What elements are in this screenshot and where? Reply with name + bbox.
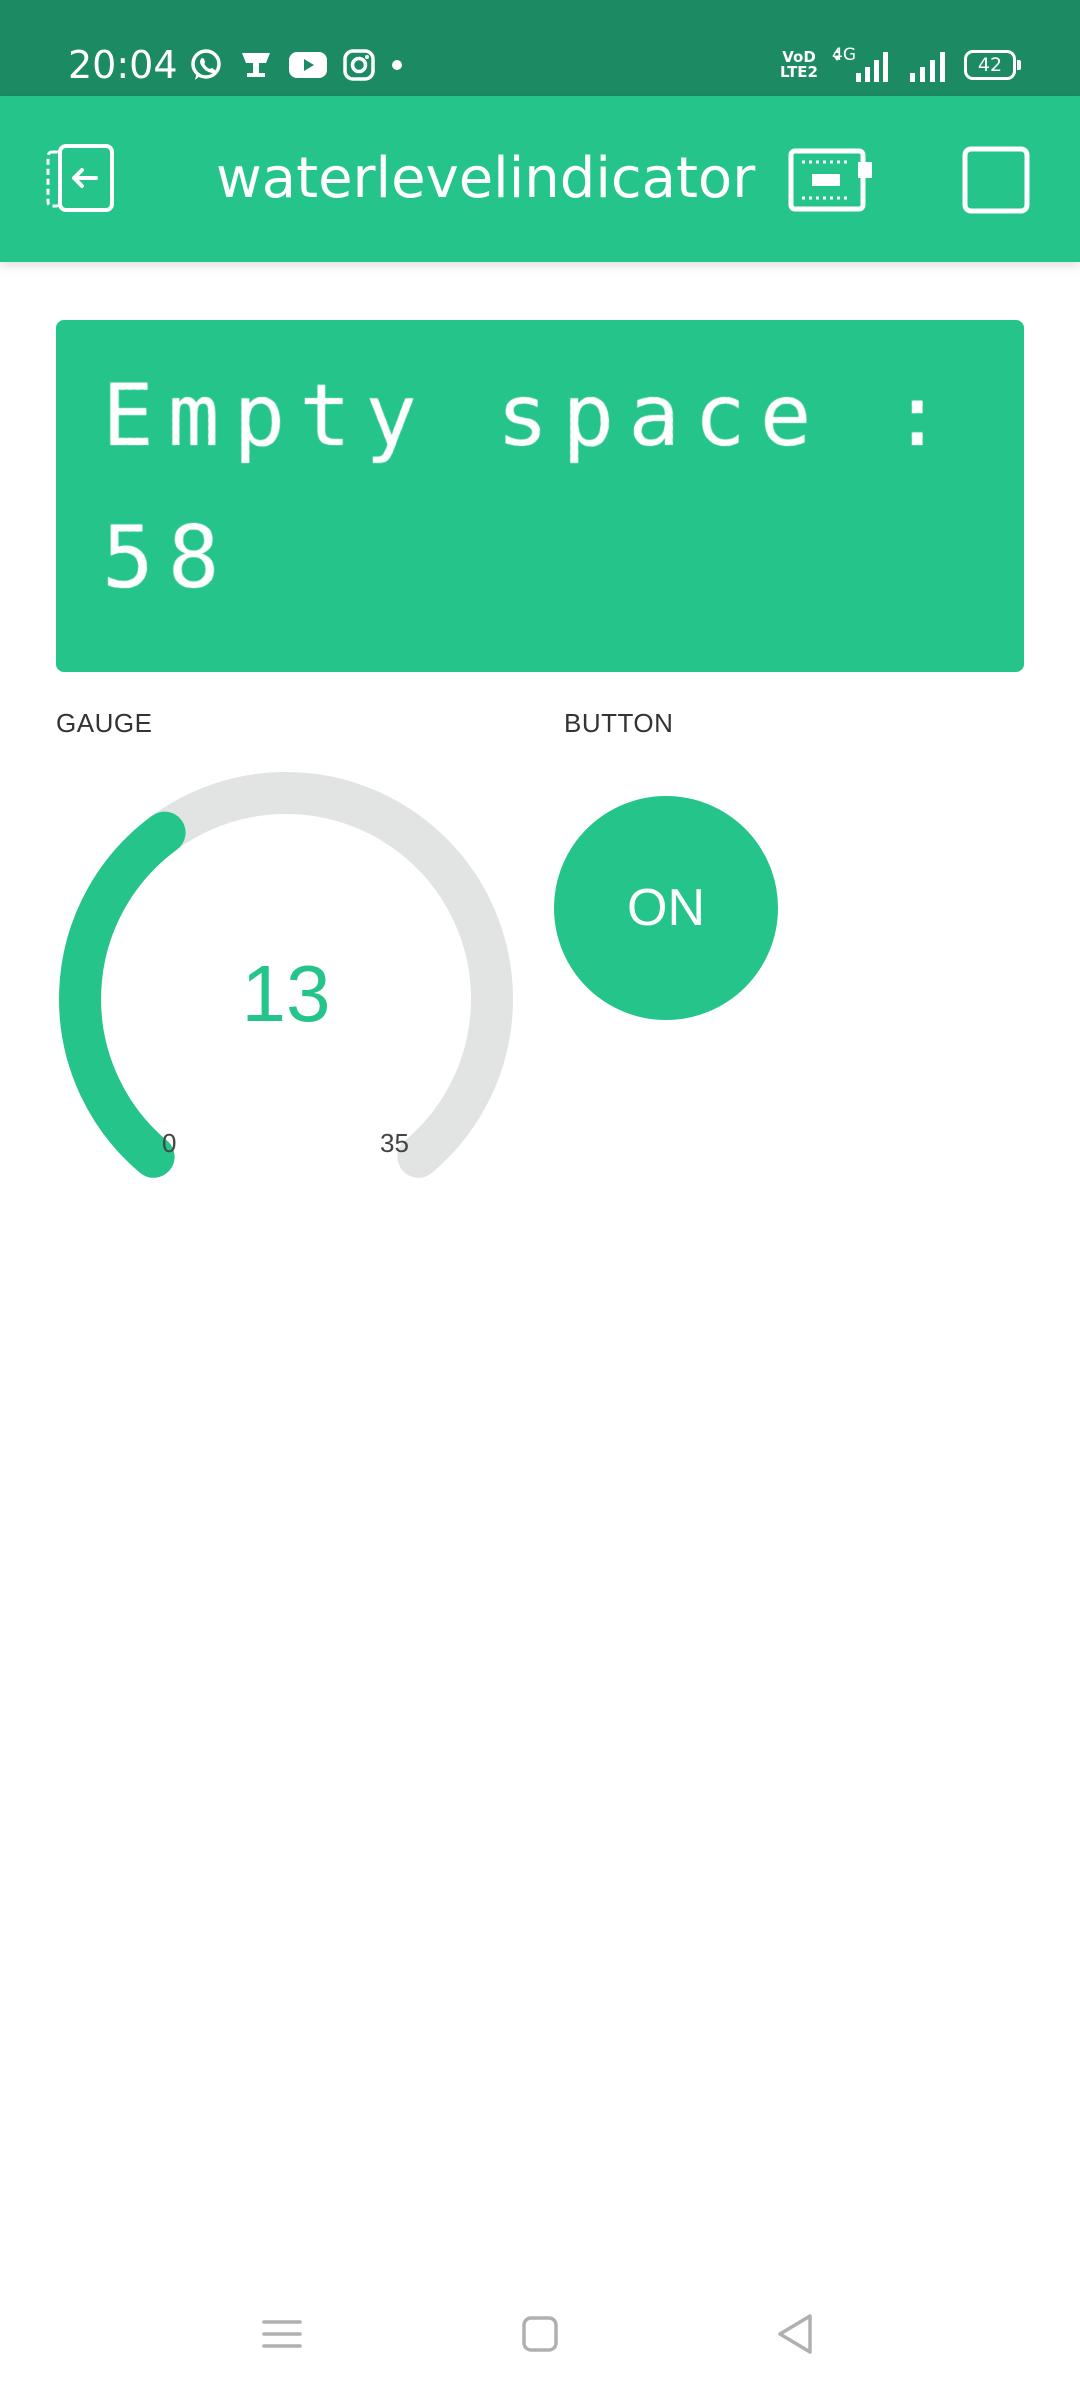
lcd-line-2: 58 — [102, 508, 234, 608]
lcd-line-1: Empty space : — [102, 366, 958, 466]
notification-icon — [242, 53, 270, 77]
home-icon[interactable] — [510, 2304, 570, 2364]
gauge-max: 35 — [380, 1128, 409, 1158]
whatsapp-icon — [191, 49, 221, 80]
device-icon[interactable] — [788, 148, 874, 212]
gauge-min: 0 — [162, 1128, 177, 1158]
youtube-icon — [289, 52, 327, 78]
status-notification-icons — [188, 45, 404, 85]
volte-bottom-text: LTE2 — [780, 63, 818, 81]
instagram-icon — [343, 49, 375, 81]
exit-icon[interactable] — [46, 142, 120, 216]
volte-indicator: VoD LTE2 — [780, 50, 818, 80]
menu-icon[interactable] — [252, 2304, 312, 2364]
gauge-label: GAUGE — [56, 708, 153, 738]
button-label: BUTTON — [564, 708, 674, 738]
dot-icon — [392, 60, 402, 70]
gauge-value: 13 — [241, 949, 331, 1038]
status-time: 20:04 — [68, 43, 178, 87]
navigation-bar — [0, 2270, 1080, 2400]
signal-icon — [910, 52, 945, 82]
on-button[interactable]: ON — [554, 796, 778, 1020]
lcd-display[interactable]: Empty space : 58 — [56, 320, 1024, 672]
status-system-icons: VoD LTE2 4G 42 — [780, 44, 1021, 86]
app-bar: waterlevelindicator — [0, 96, 1080, 262]
page-title: waterlevelindicator — [216, 146, 756, 211]
battery-icon: 42 — [964, 50, 1021, 80]
signal-4g-icon: 4G — [832, 45, 894, 85]
stop-icon[interactable] — [962, 146, 1030, 214]
back-icon[interactable] — [766, 2304, 826, 2364]
status-bar: 20:04 VoD LTE2 4G 42 — [0, 0, 1080, 96]
gauge-widget[interactable]: 13 0 35 — [56, 766, 516, 1186]
